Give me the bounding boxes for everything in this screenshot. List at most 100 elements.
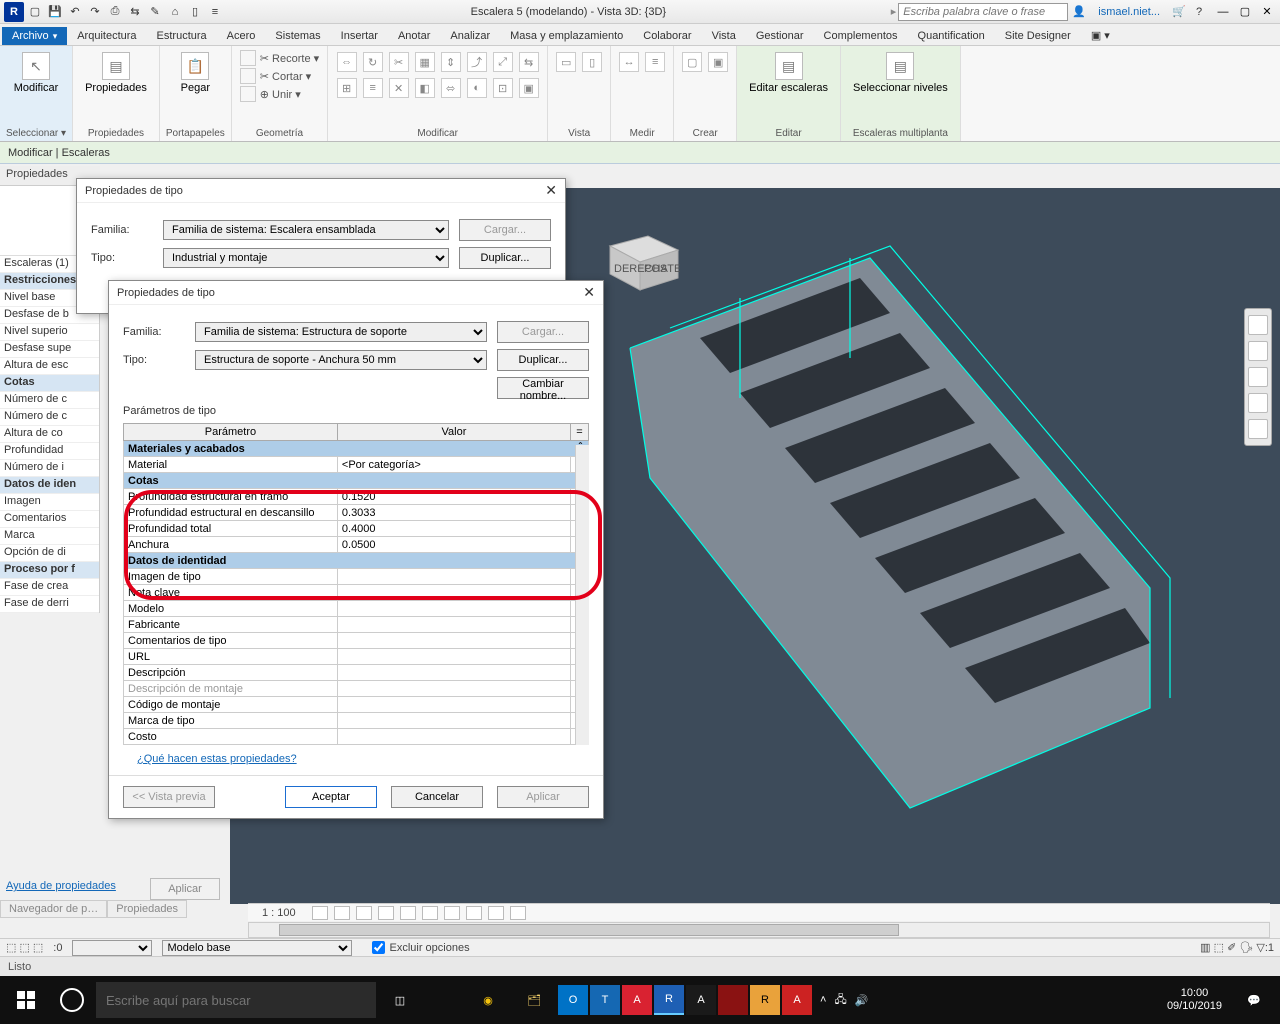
- help-icon[interactable]: ?: [1190, 3, 1208, 21]
- tool-icon[interactable]: ✂: [389, 52, 409, 72]
- undo-icon[interactable]: ↶: [66, 3, 84, 21]
- unir-button[interactable]: ⊕ Unir ▾: [240, 86, 319, 102]
- tool-icon[interactable]: ⊞: [337, 78, 357, 98]
- tool-icon[interactable]: ◐: [467, 78, 487, 98]
- sync-icon[interactable]: ⇆: [126, 3, 144, 21]
- tab-browser[interactable]: Navegador de p…: [0, 900, 107, 918]
- edit-stairs-button[interactable]: ▤Editar escaleras: [743, 48, 834, 98]
- revit-icon[interactable]: R: [654, 985, 684, 1015]
- family-select[interactable]: Familia de sistema: Escalera ensamblada: [163, 220, 449, 240]
- cortana-icon[interactable]: [50, 978, 94, 1022]
- recorte-button[interactable]: ✂ Recorte ▾: [240, 50, 319, 66]
- vc-icon[interactable]: [466, 906, 482, 920]
- preview-button[interactable]: << Vista previa: [123, 786, 215, 808]
- app-icon[interactable]: [718, 985, 748, 1015]
- app-icon[interactable]: T: [590, 985, 620, 1015]
- exclude-checkbox[interactable]: Excluir opciones: [372, 941, 469, 954]
- nav-zoom-icon[interactable]: [1248, 367, 1268, 387]
- tool-icon[interactable]: ▣: [519, 78, 539, 98]
- more-icon[interactable]: ≡: [206, 3, 224, 21]
- taskbar-clock[interactable]: 10:0009/10/2019: [1159, 987, 1230, 1013]
- tab-sistemas[interactable]: Sistemas: [265, 27, 330, 45]
- design-option-select[interactable]: Modelo base: [162, 940, 352, 956]
- tab-insertar[interactable]: Insertar: [331, 27, 388, 45]
- user-label[interactable]: ismael.niet...: [1098, 6, 1160, 18]
- vc-icon[interactable]: [488, 906, 504, 920]
- app-badge[interactable]: R: [4, 2, 24, 22]
- tool-icon[interactable]: ⬄: [441, 78, 461, 98]
- tool-icon[interactable]: ⤢: [493, 52, 513, 72]
- vc-icon[interactable]: [334, 906, 350, 920]
- tool-icon[interactable]: ◧: [415, 78, 435, 98]
- type-select[interactable]: Estructura de soporte - Anchura 50 mm: [195, 350, 487, 370]
- filter-icons[interactable]: ▥ ⬚ ✐ 🗣 ▽:1: [1200, 941, 1274, 954]
- tab-properties[interactable]: Propiedades: [107, 900, 187, 918]
- cart-icon[interactable]: 🛒: [1170, 3, 1188, 21]
- print-icon[interactable]: ⎙: [106, 3, 124, 21]
- vc-icon[interactable]: [444, 906, 460, 920]
- tool-icon[interactable]: ⊡: [493, 78, 513, 98]
- tab-sitedesigner[interactable]: Site Designer: [995, 27, 1081, 45]
- properties-button[interactable]: ▤Propiedades: [79, 48, 153, 98]
- measure-icon[interactable]: ↔: [619, 52, 639, 72]
- nav-wheel-icon[interactable]: [1248, 315, 1268, 335]
- save-icon[interactable]: 💾: [46, 3, 64, 21]
- tab-complementos[interactable]: Complementos: [814, 27, 908, 45]
- outlook-icon[interactable]: O: [558, 985, 588, 1015]
- open-icon[interactable]: ▢: [26, 3, 44, 21]
- duplicate-button[interactable]: Duplicar...: [497, 349, 589, 371]
- nav-pan-icon[interactable]: [1248, 341, 1268, 361]
- signin-icon[interactable]: 👤: [1070, 3, 1088, 21]
- tab-acero[interactable]: Acero: [217, 27, 266, 45]
- create-icon[interactable]: ▢: [682, 52, 702, 72]
- nav-orbit-icon[interactable]: [1248, 393, 1268, 413]
- network-icon[interactable]: 🖧: [834, 991, 846, 1010]
- chrome-icon[interactable]: ◉: [466, 978, 510, 1022]
- vc-icon[interactable]: [422, 906, 438, 920]
- system-tray[interactable]: ˄ 🖧 🔊: [814, 991, 874, 1010]
- ok-button[interactable]: Aceptar: [285, 786, 377, 808]
- tab-estructura[interactable]: Estructura: [147, 27, 217, 45]
- start-button[interactable]: [4, 978, 48, 1022]
- restore-icon[interactable]: ▢: [1236, 3, 1254, 21]
- tab-analizar[interactable]: Analizar: [440, 27, 500, 45]
- close-icon[interactable]: ✕: [545, 182, 557, 199]
- view-icon[interactable]: ▯: [582, 52, 602, 72]
- vc-icon[interactable]: [400, 906, 416, 920]
- explorer-icon[interactable]: 🗂: [512, 978, 556, 1022]
- task-view-icon[interactable]: ◫: [378, 978, 422, 1022]
- measure-icon[interactable]: ≡: [645, 52, 665, 72]
- vc-icon[interactable]: [378, 906, 394, 920]
- tab-colaborar[interactable]: Colaborar: [633, 27, 701, 45]
- table-scrollbar[interactable]: [575, 445, 589, 745]
- tab-vista[interactable]: Vista: [702, 27, 746, 45]
- section-icon[interactable]: ▯: [186, 3, 204, 21]
- viewport-scrollbar[interactable]: [248, 922, 1270, 938]
- view-icon[interactable]: ▭: [556, 52, 576, 72]
- family-select[interactable]: Familia de sistema: Estructura de soport…: [195, 322, 487, 342]
- view-scale[interactable]: 1 : 100: [252, 907, 306, 919]
- cancel-button[interactable]: Cancelar: [391, 786, 483, 808]
- taskbar-search-input[interactable]: [96, 982, 376, 1018]
- tool-icon[interactable]: ⇕: [441, 52, 461, 72]
- tool-icon[interactable]: ≡: [363, 78, 383, 98]
- apply-properties-button[interactable]: Aplicar: [150, 878, 220, 900]
- tab-anotar[interactable]: Anotar: [388, 27, 440, 45]
- duplicate-button[interactable]: Duplicar...: [459, 247, 551, 269]
- close-icon[interactable]: ✕: [583, 284, 595, 301]
- tab-quantification[interactable]: Quantification: [908, 27, 995, 45]
- create-icon[interactable]: ▣: [708, 52, 728, 72]
- modify-button[interactable]: ↖Modificar: [8, 48, 65, 98]
- vc-icon[interactable]: [356, 906, 372, 920]
- notifications-icon[interactable]: 💬: [1232, 978, 1276, 1022]
- app-icon[interactable]: A: [686, 985, 716, 1015]
- autocad-icon[interactable]: A: [622, 985, 652, 1015]
- properties-help-link[interactable]: Ayuda de propiedades: [6, 880, 116, 892]
- properties-help-link[interactable]: ¿Qué hacen estas propiedades?: [123, 745, 311, 765]
- workset-select[interactable]: [72, 940, 152, 956]
- tab-overflow[interactable]: ▣ ▾: [1081, 26, 1120, 45]
- tool-icon[interactable]: ⤴: [467, 52, 487, 72]
- app-icon[interactable]: R: [750, 985, 780, 1015]
- tool-icon[interactable]: ▦: [415, 52, 435, 72]
- select-levels-button[interactable]: ▤Seleccionar niveles: [847, 48, 954, 98]
